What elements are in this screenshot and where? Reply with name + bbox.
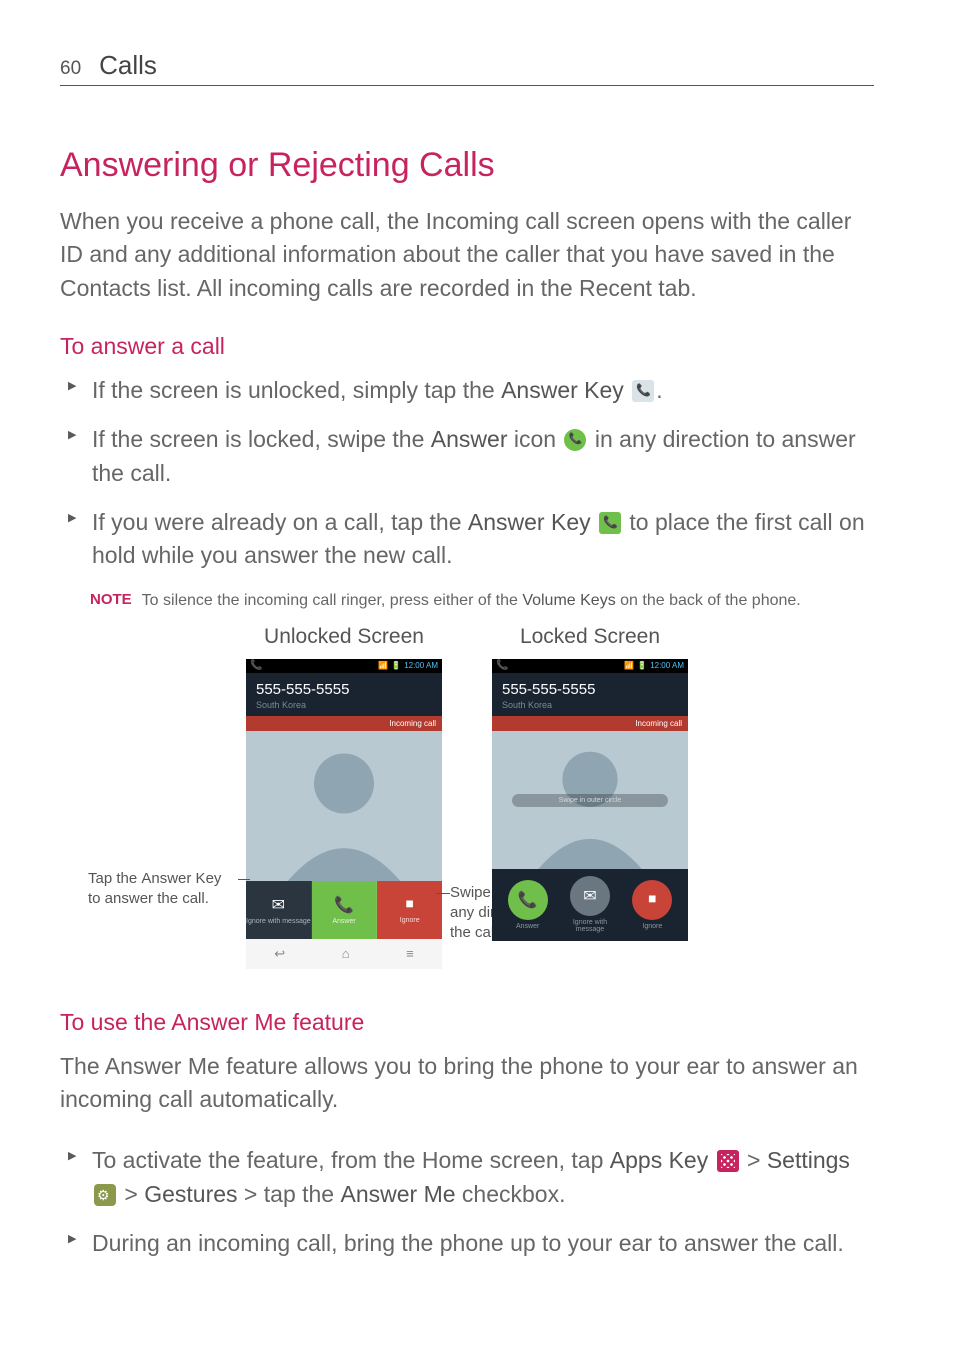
answer-swipe-icon [564,429,586,451]
avatar: Swipe in outer circle [492,731,688,869]
page-header: 60 Calls [60,50,874,86]
apps-key-icon [717,1150,739,1172]
unlocked-title: Unlocked Screen [264,625,424,649]
recent-icon[interactable]: ≡ [406,946,414,961]
button-row: ✉ Ignore with message 📞 Answer ⏹ Ignore [246,881,442,939]
phone-status-icon: 📞 [496,660,508,671]
answer-key-icon [632,380,654,402]
nav-bar: ↩ ⌂ ≡ [246,939,442,969]
subhead-answer-me: To use the Answer Me feature [60,1009,874,1036]
bullet-item: If the screen is locked, swipe the Answe… [92,423,874,490]
ignore-with-message-swipe-button[interactable]: ✉ Ignore with message [563,876,617,933]
caller-block: 555-555-5555 South Korea [246,673,442,716]
unlocked-phone: 📞 📶 🔋 12:00 AM 555-555-5555 South Korea … [246,659,442,969]
settings-icon [94,1184,116,1206]
home-icon[interactable]: ⌂ [342,946,350,961]
bullet-list-answer: If the screen is unlocked, simply tap th… [60,374,874,573]
answer-swipe-button[interactable]: 📞 Answer [508,880,548,930]
locked-screen-col: Locked Screen 📞 📶 🔋 12:00 AM 555-555-555… [492,625,688,969]
incoming-banner: Incoming call [246,716,442,731]
phone-icon: 📞 [518,890,538,910]
answer-button[interactable]: 📞 Answer [312,881,378,939]
callout-line [436,893,450,894]
message-icon: ✉ [583,886,596,906]
answer-key-icon [599,512,621,534]
caller-number: 555-555-5555 [502,681,678,698]
status-time: 12:00 AM [404,661,438,670]
phone-icon: 📞 [334,895,354,915]
locked-title: Locked Screen [520,625,660,649]
back-icon[interactable]: ↩ [274,946,285,962]
ignore-swipe-button[interactable]: ⏹ Ignore [632,880,672,930]
locked-phone: 📞 📶 🔋 12:00 AM 555-555-5555 South Korea … [492,659,688,941]
subhead-answer-call: To answer a call [60,333,874,360]
incoming-banner: Incoming call [492,716,688,731]
section-title: Calls [99,50,157,81]
bullet-list-answer-me: To activate the feature, from the Home s… [60,1144,874,1260]
message-icon: ✉ [272,895,285,915]
caller-location: South Korea [256,700,432,710]
intro-paragraph: When you receive a phone call, the Incom… [60,205,874,305]
note-label: NOTE [90,589,132,613]
swipe-hint: Swipe in outer circle [512,794,668,807]
caption-unlocked: Tap the Answer Key to answer the call. [88,869,238,910]
answer-me-intro: The Answer Me feature allows you to brin… [60,1050,874,1117]
phone-status-icon: 📞 [250,660,262,671]
bullet-item: If you were already on a call, tap the A… [92,506,874,573]
battery-icon: 🔋 [391,661,401,670]
hangup-icon: ⏹ [406,896,414,914]
page-title: Answering or Rejecting Calls [60,146,874,185]
locked-button-row: 📞 Answer ✉ Ignore with message ⏹ Ignore [492,869,688,941]
bullet-item: If the screen is unlocked, simply tap th… [92,374,874,407]
hangup-icon: ⏹ [648,891,656,909]
note-block: NOTE To silence the incoming call ringer… [60,589,874,613]
caller-location: South Korea [502,700,678,710]
caller-block: 555-555-5555 South Korea [492,673,688,716]
signal-icon: 📶 [378,661,388,670]
ignore-button[interactable]: ⏹ Ignore [377,881,442,939]
status-bar: 📞 📶 🔋 12:00 AM [492,659,688,673]
unlocked-screen-col: Unlocked Screen 📞 📶 🔋 12:00 AM 555-555-5… [246,625,442,969]
caller-number: 555-555-5555 [256,681,432,698]
screenshots-row: Unlocked Screen 📞 📶 🔋 12:00 AM 555-555-5… [60,625,874,969]
note-text: To silence the incoming call ringer, pre… [142,589,801,613]
page-number: 60 [60,58,81,80]
signal-icon: 📶 [624,661,634,670]
avatar [246,731,442,881]
bullet-item: To activate the feature, from the Home s… [92,1144,874,1211]
bullet-item: During an incoming call, bring the phone… [92,1227,874,1260]
status-time: 12:00 AM [650,661,684,670]
ignore-with-message-button[interactable]: ✉ Ignore with message [246,881,312,939]
battery-icon: 🔋 [637,661,647,670]
callout-line [238,879,250,880]
status-bar: 📞 📶 🔋 12:00 AM [246,659,442,673]
